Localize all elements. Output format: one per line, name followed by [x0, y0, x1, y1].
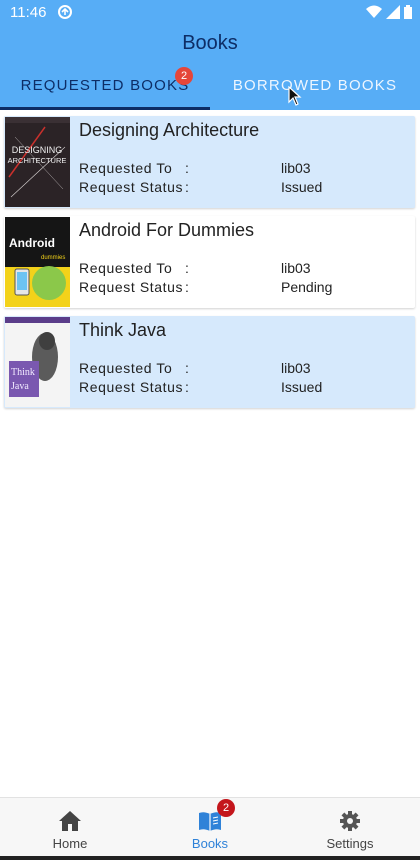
nav-settings[interactable]: Settings	[280, 798, 420, 860]
battery-icon	[404, 5, 412, 19]
home-icon	[59, 811, 81, 831]
request-status-row: Request Status: Issued	[79, 179, 323, 195]
requested-to-row: Requested To: lib03	[79, 260, 311, 276]
request-status-label: Request Status	[79, 179, 184, 195]
status-bar: 11:46	[0, 0, 420, 26]
request-status-value: Issued	[281, 179, 323, 195]
svg-text:dummies: dummies	[41, 255, 65, 261]
book-cover-image: Think Java	[5, 317, 70, 407]
book-card[interactable]: DESIGNING ARCHITECTURE Designing Archite…	[4, 116, 415, 208]
book-cover-image: DESIGNING ARCHITECTURE	[5, 117, 70, 207]
svg-text:Android: Android	[9, 236, 55, 250]
tab-bar: REQUESTED BOOKS 2 BORROWED BOOKS	[0, 67, 420, 110]
page-title: Books	[182, 32, 238, 54]
sync-status-icon	[58, 5, 72, 19]
tab-requested-books[interactable]: REQUESTED BOOKS 2	[0, 67, 210, 110]
request-status-value: Issued	[281, 379, 323, 395]
app-bar: Books REQUESTED BOOKS 2 BORROWED BOOKS	[0, 26, 420, 110]
nav-books[interactable]: 2 Books	[140, 798, 280, 860]
tab-borrowed-books[interactable]: BORROWED BOOKS	[210, 70, 420, 110]
mouse-cursor-icon	[288, 86, 302, 106]
nav-label: Settings	[326, 836, 374, 851]
requested-to-value: lib03	[281, 160, 311, 176]
book-card[interactable]: Think Java Think Java Requested To: lib0…	[4, 316, 415, 408]
requested-to-label: Requested To	[79, 160, 173, 176]
book-title: Designing Architecture	[79, 120, 260, 140]
book-title: Android For Dummies	[79, 220, 255, 240]
requested-to-value: lib03	[281, 260, 311, 276]
request-status-label: Request Status	[79, 279, 184, 295]
book-title: Think Java	[79, 320, 167, 340]
bottom-navigation: Home 2 Books Settings	[0, 797, 420, 860]
request-status-row: Request Status: Issued	[79, 379, 323, 395]
book-card[interactable]: Android dummies Android For Dummies Requ…	[4, 216, 415, 308]
requested-to-label: Requested To	[79, 360, 173, 376]
requested-to-label: Requested To	[79, 260, 173, 276]
nav-home[interactable]: Home	[0, 798, 140, 860]
tab-label: REQUESTED BOOKS	[20, 77, 190, 94]
gear-icon	[340, 811, 360, 831]
requested-to-value: lib03	[281, 360, 311, 376]
status-time: 11:46	[10, 4, 47, 21]
cover-title-text: DESIGNING	[12, 145, 63, 155]
wifi-icon	[366, 5, 382, 18]
nav-label: Books	[191, 836, 229, 851]
request-status-value: Pending	[281, 279, 333, 295]
tab-label: BORROWED BOOKS	[232, 77, 398, 94]
requested-books-list: DESIGNING ARCHITECTURE Designing Archite…	[4, 116, 415, 416]
request-status-row: Request Status: Pending	[79, 279, 333, 295]
requested-to-row: Requested To: lib03	[79, 360, 311, 376]
svg-text:ARCHITECTURE: ARCHITECTURE	[8, 156, 67, 165]
requested-to-row: Requested To: lib03	[79, 160, 311, 176]
svg-text:Java: Java	[11, 381, 29, 392]
system-nav-bar	[0, 856, 420, 860]
requested-count-badge: 2	[175, 67, 193, 85]
svg-text:Think: Think	[11, 367, 35, 378]
signal-icon	[386, 5, 400, 19]
request-status-label: Request Status	[79, 379, 184, 395]
books-count-badge: 2	[217, 799, 235, 817]
book-cover-image: Android dummies	[5, 217, 70, 307]
nav-label: Home	[52, 836, 88, 851]
